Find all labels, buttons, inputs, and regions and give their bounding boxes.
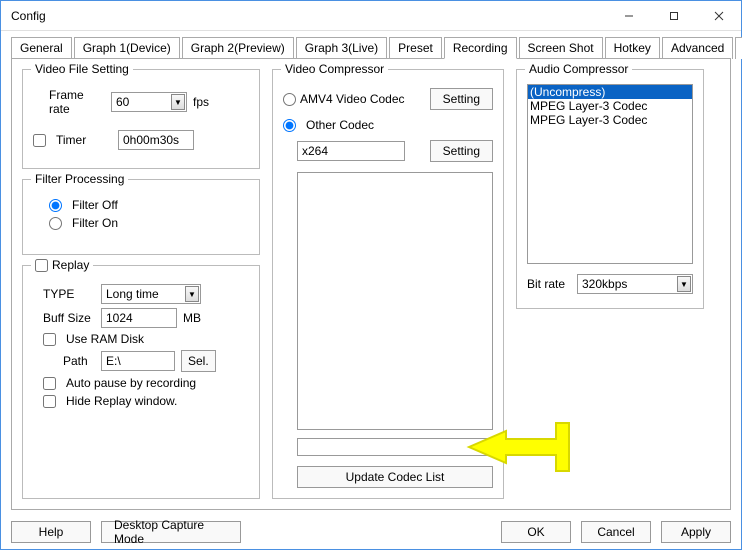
group-filter: Filter Processing Filter Off Filter On — [22, 179, 260, 255]
timer-input[interactable] — [118, 130, 194, 150]
label-amv4: AMV4 Video Codec — [300, 92, 405, 106]
tab-recording[interactable]: Recording — [444, 37, 517, 59]
desktop-capture-button[interactable]: Desktop Capture Mode — [101, 521, 241, 543]
window-buttons — [606, 1, 741, 30]
tab-screenshot[interactable]: Screen Shot — [519, 37, 603, 59]
maximize-button[interactable] — [651, 1, 696, 30]
group-replay: Replay TYPE Long time ▼ Buff Size MB — [22, 265, 260, 499]
legend-filter: Filter Processing — [31, 172, 128, 186]
auto-pause-checkbox[interactable] — [43, 377, 56, 390]
cancel-button[interactable]: Cancel — [581, 521, 651, 543]
filter-off-radio[interactable] — [49, 199, 62, 212]
update-codec-button[interactable]: Update Codec List — [297, 466, 493, 488]
replay-type-value: Long time — [106, 287, 159, 301]
codec-listbox[interactable] — [297, 172, 493, 430]
label-filter-on: Filter On — [72, 216, 118, 230]
ok-button[interactable]: OK — [501, 521, 571, 543]
tab-graph2[interactable]: Graph 2(Preview) — [182, 37, 294, 59]
help-button[interactable]: Help — [11, 521, 91, 543]
codec-input[interactable] — [297, 141, 405, 161]
label-bitrate: Bit rate — [527, 277, 571, 291]
bitrate-combo[interactable]: 320kbps ▼ — [577, 274, 693, 294]
framerate-value: 60 — [116, 95, 129, 109]
list-item[interactable]: MPEG Layer-3 Codec — [528, 113, 692, 127]
label-type: TYPE — [33, 287, 95, 301]
label-other-codec: Other Codec — [306, 118, 374, 132]
hide-replay-checkbox[interactable] — [43, 395, 56, 408]
replay-type-combo[interactable]: Long time ▼ — [101, 284, 201, 304]
group-video-compressor: Video Compressor AMV4 Video Codec Settin… — [272, 69, 504, 499]
label-fps: fps — [193, 95, 209, 109]
label-filter-off: Filter Off — [72, 198, 118, 212]
tab-body: Video File Setting Frame rate 60 ▼ fps T… — [11, 58, 731, 510]
apply-button[interactable]: Apply — [661, 521, 731, 543]
framerate-combo[interactable]: 60 ▼ — [111, 92, 187, 112]
timer-checkbox[interactable] — [33, 134, 46, 147]
codec-status — [297, 438, 493, 456]
tab-graph1[interactable]: Graph 1(Device) — [74, 37, 180, 59]
audio-codec-listbox[interactable]: (Uncompress) MPEG Layer-3 Codec MPEG Lay… — [527, 84, 693, 264]
sel-button[interactable]: Sel. — [181, 350, 216, 372]
minimize-button[interactable] — [606, 1, 651, 30]
legend-audio-compressor: Audio Compressor — [525, 62, 632, 76]
label-hide-replay: Hide Replay window. — [66, 394, 177, 408]
group-video-file: Video File Setting Frame rate 60 ▼ fps T… — [22, 69, 260, 169]
label-frame-rate: Frame rate — [33, 88, 105, 116]
label-buff: Buff Size — [33, 311, 95, 325]
chevron-down-icon: ▼ — [677, 276, 691, 292]
other-codec-radio[interactable] — [283, 119, 296, 132]
tab-preset[interactable]: Preset — [389, 37, 442, 59]
window-title: Config — [11, 9, 606, 23]
path-input[interactable] — [101, 351, 175, 371]
group-audio-compressor: Audio Compressor (Uncompress) MPEG Layer… — [516, 69, 704, 309]
use-ram-checkbox[interactable] — [43, 333, 56, 346]
other-setting-button[interactable]: Setting — [430, 140, 493, 162]
tab-general[interactable]: General — [11, 37, 72, 59]
replay-checkbox[interactable] — [35, 259, 48, 272]
bitrate-value: 320kbps — [582, 277, 627, 291]
filter-on-radio[interactable] — [49, 217, 62, 230]
legend-video-file: Video File Setting — [31, 62, 133, 76]
bottom-bar: Help Desktop Capture Mode OK Cancel Appl… — [11, 521, 731, 543]
label-mb: MB — [183, 311, 201, 325]
legend-replay: Replay — [31, 258, 93, 272]
label-auto-pause: Auto pause by recording — [66, 376, 196, 390]
label-use-ram: Use RAM Disk — [66, 332, 144, 346]
label-path: Path — [33, 354, 95, 368]
list-item[interactable]: (Uncompress) — [528, 85, 692, 99]
amv4-setting-button[interactable]: Setting — [430, 88, 493, 110]
close-button[interactable] — [696, 1, 741, 30]
tab-about[interactable]: About — [735, 37, 742, 59]
titlebar: Config — [1, 1, 741, 31]
tab-hotkey[interactable]: Hotkey — [605, 37, 660, 59]
list-item[interactable]: MPEG Layer-3 Codec — [528, 99, 692, 113]
buff-input[interactable] — [101, 308, 177, 328]
chevron-down-icon: ▼ — [171, 94, 185, 110]
amv4-radio[interactable] — [283, 93, 296, 106]
tab-graph3[interactable]: Graph 3(Live) — [296, 37, 387, 59]
tab-bar: General Graph 1(Device) Graph 2(Preview)… — [11, 37, 731, 59]
tab-advanced[interactable]: Advanced — [662, 37, 733, 59]
label-timer: Timer — [56, 133, 112, 147]
legend-video-compressor: Video Compressor — [281, 62, 388, 76]
chevron-down-icon: ▼ — [185, 286, 199, 302]
